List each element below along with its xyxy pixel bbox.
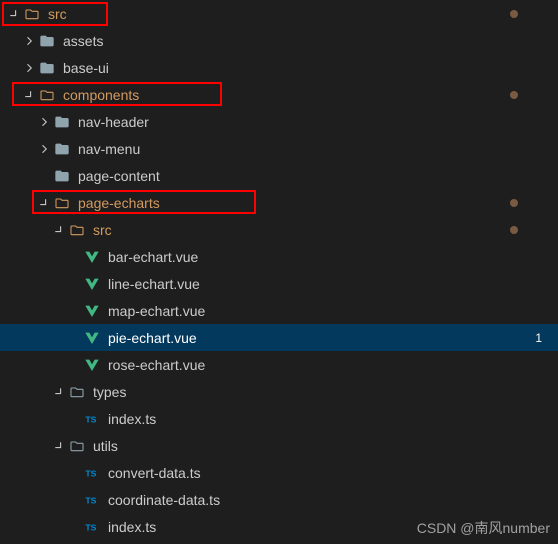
chevron-right-icon[interactable] <box>21 33 37 49</box>
file-label: coordinate-data.ts <box>108 492 558 508</box>
chevron-down-icon[interactable] <box>51 222 67 238</box>
file-label: assets <box>63 33 558 49</box>
svg-text:TS: TS <box>85 522 96 532</box>
file-label: page-content <box>78 168 558 184</box>
chevron-placeholder <box>66 465 82 481</box>
folder-open-icon <box>52 193 72 213</box>
file-label: convert-data.ts <box>108 465 558 481</box>
file-label: rose-echart.vue <box>108 357 558 373</box>
tree-row-components[interactable]: components <box>0 81 558 108</box>
svg-text:TS: TS <box>85 495 96 505</box>
tree-row-assets[interactable]: assets <box>0 27 558 54</box>
file-label: pie-echart.vue <box>108 330 558 346</box>
chevron-placeholder <box>66 276 82 292</box>
ts-icon: TS <box>82 463 102 483</box>
tree-row-base-ui[interactable]: base-ui <box>0 54 558 81</box>
tree-row-convert-data-ts[interactable]: TS convert-data.ts <box>0 459 558 486</box>
folder-icon <box>37 58 57 78</box>
chevron-placeholder <box>66 519 82 535</box>
svg-text:TS: TS <box>85 468 96 478</box>
chevron-placeholder <box>66 357 82 373</box>
folder-open-icon <box>67 436 87 456</box>
tree-row-page-content[interactable]: page-content <box>0 162 558 189</box>
modified-indicator-icon <box>510 91 518 99</box>
tree-row-src[interactable]: src <box>0 0 558 27</box>
diff-count-badge: 1 <box>531 331 546 345</box>
tree-row-coordinate-data-ts[interactable]: TS coordinate-data.ts <box>0 486 558 513</box>
vue-icon <box>82 274 102 294</box>
tree-row-nav-menu[interactable]: nav-menu <box>0 135 558 162</box>
ts-icon: TS <box>82 517 102 537</box>
vue-icon <box>82 301 102 321</box>
folder-open-icon <box>67 382 87 402</box>
tree-row-utils[interactable]: utils <box>0 432 558 459</box>
chevron-placeholder <box>66 303 82 319</box>
chevron-right-icon[interactable] <box>21 60 37 76</box>
folder-open-icon <box>37 85 57 105</box>
folder-open-icon <box>22 4 42 24</box>
chevron-placeholder <box>36 168 52 184</box>
file-label: map-echart.vue <box>108 303 558 319</box>
chevron-right-icon[interactable] <box>36 114 52 130</box>
chevron-placeholder <box>66 330 82 346</box>
file-label: index.ts <box>108 411 558 427</box>
file-label: utils <box>93 438 558 454</box>
chevron-down-icon[interactable] <box>36 195 52 211</box>
file-label: page-echarts <box>78 195 558 211</box>
folder-icon <box>52 166 72 186</box>
folder-open-icon <box>67 220 87 240</box>
vue-icon <box>82 247 102 267</box>
ts-icon: TS <box>82 490 102 510</box>
tree-row-bar-echart-vue[interactable]: bar-echart.vue <box>0 243 558 270</box>
ts-icon: TS <box>82 409 102 429</box>
tree-row-types[interactable]: types <box>0 378 558 405</box>
chevron-down-icon[interactable] <box>51 438 67 454</box>
folder-icon <box>52 139 72 159</box>
tree-row-rose-echart-vue[interactable]: rose-echart.vue <box>0 351 558 378</box>
vue-icon <box>82 328 102 348</box>
file-label: base-ui <box>63 60 558 76</box>
svg-text:TS: TS <box>85 414 96 424</box>
tree-row-map-echart-vue[interactable]: map-echart.vue <box>0 297 558 324</box>
vue-icon <box>82 355 102 375</box>
modified-indicator-icon <box>510 10 518 18</box>
file-label: nav-menu <box>78 141 558 157</box>
folder-icon <box>52 112 72 132</box>
file-explorer-tree[interactable]: src assets base-ui components nav-header nav-… <box>0 0 558 540</box>
chevron-down-icon[interactable] <box>6 6 22 22</box>
folder-icon <box>37 31 57 51</box>
file-label: src <box>48 6 558 22</box>
tree-row-page-echarts[interactable]: page-echarts <box>0 189 558 216</box>
tree-row-line-echart-vue[interactable]: line-echart.vue <box>0 270 558 297</box>
chevron-placeholder <box>66 411 82 427</box>
chevron-right-icon[interactable] <box>36 141 52 157</box>
chevron-down-icon[interactable] <box>51 384 67 400</box>
watermark-text: CSDN @南风number <box>417 518 550 538</box>
file-label: nav-header <box>78 114 558 130</box>
chevron-down-icon[interactable] <box>21 87 37 103</box>
modified-indicator-icon <box>510 226 518 234</box>
file-label: line-echart.vue <box>108 276 558 292</box>
modified-indicator-icon <box>510 199 518 207</box>
file-label: components <box>63 87 558 103</box>
tree-row-index-ts[interactable]: TS index.ts <box>0 405 558 432</box>
tree-row-pie-echart-vue[interactable]: pie-echart.vue1 <box>0 324 558 351</box>
tree-row-src[interactable]: src <box>0 216 558 243</box>
file-label: bar-echart.vue <box>108 249 558 265</box>
file-label: types <box>93 384 558 400</box>
chevron-placeholder <box>66 492 82 508</box>
tree-row-nav-header[interactable]: nav-header <box>0 108 558 135</box>
file-label: src <box>93 222 558 238</box>
chevron-placeholder <box>66 249 82 265</box>
